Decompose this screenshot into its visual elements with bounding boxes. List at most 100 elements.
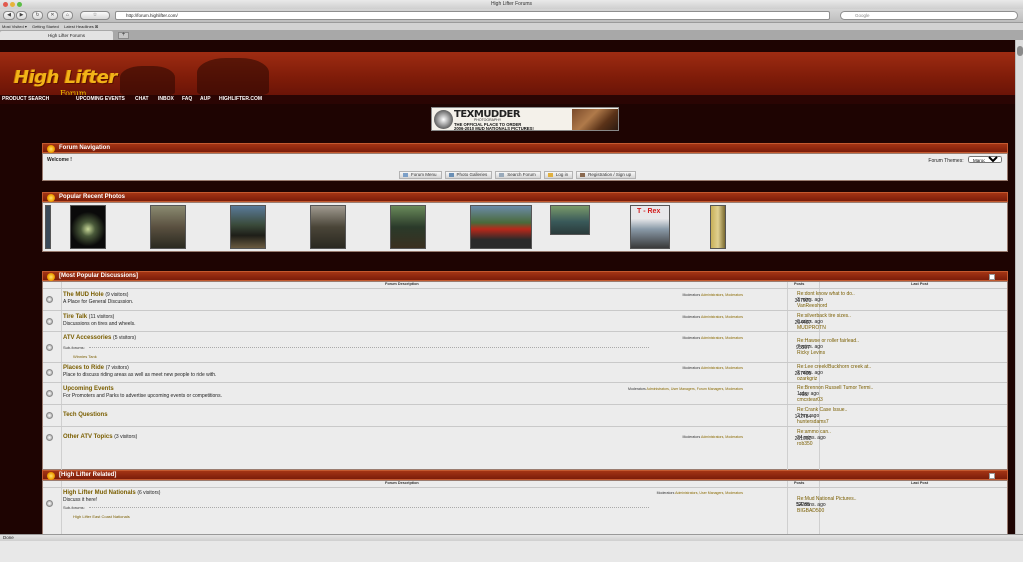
forum-description: Discuss it here! — [63, 497, 98, 503]
tab-high-lifter-forums[interactable]: High Lifter Forums — [0, 31, 113, 40]
moderator-links[interactable]: Administrators, Moderators — [701, 435, 743, 439]
photo-thumbnail[interactable] — [550, 205, 590, 235]
bookmark-menu-button[interactable]: ☆ — [80, 11, 110, 20]
nav-chat[interactable]: CHAT — [135, 96, 149, 102]
mods-label: Moderators — [682, 315, 701, 319]
collapse-toggle[interactable] — [989, 473, 995, 479]
forum-table: Forum Description Posts Last Post High L… — [42, 480, 1008, 534]
scrollbar-thumb[interactable] — [1017, 46, 1023, 56]
forum-title-link[interactable]: Tire Talk — [63, 314, 87, 320]
stop-button[interactable]: ✕ — [47, 11, 58, 20]
reload-button[interactable]: ↻ — [32, 11, 43, 20]
moderator-links[interactable]: Administrators, User Managers, Forum Man… — [647, 387, 743, 391]
welcome-text: Welcome ! — [47, 157, 72, 163]
forum-title-link[interactable]: Other ATV Topics — [63, 434, 113, 440]
panel-header: [High Lifter Related] — [42, 470, 1008, 480]
collapse-toggle[interactable] — [989, 274, 995, 280]
back-button[interactable]: ◀ — [3, 11, 15, 20]
vertical-scrollbar[interactable] — [1015, 40, 1023, 534]
forum-row-mud-hole: The MUD Hole (9 visitors) A Place for Ge… — [43, 288, 1007, 310]
last-post-user[interactable]: Ricky Levins — [797, 350, 825, 356]
bookmark-latest-headlines[interactable]: Latest Headlines ⊠ — [64, 24, 98, 29]
banner-line-2: 2006-2010 MUD NATIONALS PICTURES! — [454, 126, 534, 131]
photo-galleries-button[interactable]: Photo Galleries — [444, 171, 493, 179]
photo-thumbnail[interactable] — [70, 205, 106, 249]
forum-status-icon — [46, 500, 53, 507]
photo-thumbnail[interactable] — [470, 205, 532, 249]
moderator-links[interactable]: Administrators, Moderators — [701, 315, 743, 319]
moderator-links[interactable]: Administrators, Moderators — [701, 336, 743, 340]
last-post-user[interactable]: BIGBAD500 — [797, 508, 824, 514]
forum-table: Forum Description Posts Last Post The MU… — [42, 281, 1008, 471]
minimize-window-button[interactable] — [10, 2, 15, 7]
search-forum-button[interactable]: Search Forum — [495, 171, 541, 179]
forum-themes: Forum Themes: Maroon — [928, 156, 1002, 164]
themes-label: Forum Themes: — [928, 158, 964, 164]
home-button[interactable]: ⌂ — [62, 11, 73, 20]
subforum-link[interactable]: High Lifter East Coast Nationals — [73, 514, 130, 519]
theme-select[interactable]: Maroon — [968, 156, 1002, 163]
registration-button[interactable]: Registration / Sign up — [576, 171, 637, 179]
page-viewport: High Lifter Forum PRODUCT SEARCH UPCOMIN… — [0, 40, 1023, 534]
last-post-user[interactable]: VanReeshord — [797, 303, 827, 309]
subforums-divider — [89, 347, 649, 348]
moderator-links[interactable]: Administrators, Moderators — [701, 293, 743, 297]
forum-title-link[interactable]: ATV Accessories — [63, 335, 111, 341]
forum-row-tech-questions: Tech Questions 142784 Re:Crank Case Issu… — [43, 404, 1007, 426]
nav-upcoming-events[interactable]: UPCOMING EVENTS — [76, 96, 125, 102]
mods-label: Moderators — [628, 387, 646, 391]
moderator-links[interactable]: Administrators, User Managers, Moderator… — [675, 491, 743, 495]
nav-product-search[interactable]: PRODUCT SEARCH — [2, 96, 49, 102]
forum-description: For Promoters and Parks to advertise upc… — [63, 393, 222, 399]
magnifier-icon — [499, 173, 505, 177]
forum-status-icon — [46, 369, 53, 376]
forum-title-link[interactable]: Places to Ride — [63, 365, 104, 371]
panel-title: [High Lifter Related] — [59, 472, 117, 478]
forum-title-link[interactable]: Upcoming Events — [63, 386, 114, 392]
close-window-button[interactable] — [3, 2, 8, 7]
photo-thumbnail[interactable] — [230, 205, 266, 249]
photo-thumbnail[interactable] — [45, 205, 51, 249]
flame-logo-icon — [47, 145, 55, 153]
zoom-window-button[interactable] — [17, 2, 22, 7]
new-tab-button[interactable]: + — [118, 32, 129, 39]
photo-thumbnail-t-rex[interactable]: T - Rex — [630, 205, 670, 249]
forum-title-link[interactable]: High Lifter Mud Nationals — [63, 490, 136, 496]
subforum-link[interactable]: Winnies Tank — [73, 354, 97, 359]
site-logo[interactable]: High Lifter — [14, 67, 117, 88]
nav-inbox[interactable]: INBOX — [158, 96, 174, 102]
texmudder-banner-ad[interactable]: TEXMUDDER PHOTOGRAPHY THE OFFICIAL PLACE… — [431, 107, 619, 131]
forum-row-other-atv-topics: Other ATV Topics (3 visitors) Moderators… — [43, 426, 1007, 448]
forum-row-atv-accessories: ATV Accessories (5 visitors) Sub-forums:… — [43, 331, 1007, 362]
forward-button[interactable]: ▶ — [16, 11, 27, 20]
photo-thumbnail[interactable] — [390, 205, 426, 249]
photo-thumbnail[interactable] — [310, 205, 346, 249]
address-bar[interactable]: http://forum.highlifter.com/ — [115, 11, 830, 20]
tab-title: High Lifter Forums — [48, 33, 86, 38]
forum-row-upcoming-events: Upcoming Events For Promoters and Parks … — [43, 382, 1007, 404]
high-lifter-related-panel: [High Lifter Related] Forum Description … — [42, 470, 1008, 534]
forum-title-link[interactable]: Tech Questions — [63, 412, 108, 418]
mods-label: Moderators — [682, 435, 701, 439]
nav-highlifter-com[interactable]: HIGHLIFTER.COM — [219, 96, 262, 102]
nav-aup[interactable]: AUP — [200, 96, 211, 102]
forum-title-link[interactable]: The MUD Hole — [63, 292, 104, 298]
bookmark-most-visited[interactable]: Most Visited ▾ — [2, 24, 27, 29]
photo-thumbnail[interactable] — [710, 205, 726, 249]
forum-menu-button[interactable]: Forum Menu — [399, 171, 442, 179]
search-input[interactable]: Google — [840, 11, 1018, 20]
key-icon — [547, 173, 553, 177]
forum-visitors: (7 visitors) — [105, 365, 129, 371]
last-post-user[interactable]: rob350 — [797, 441, 813, 447]
last-post-user[interactable]: cmcstear03 — [797, 397, 823, 403]
flame-logo-icon — [47, 273, 55, 281]
last-post-user[interactable]: huntersdams7 — [797, 419, 829, 425]
forum-description: Place to discuss riding areas as well as… — [63, 372, 217, 378]
moderator-links[interactable]: Administrators, Moderators — [701, 366, 743, 370]
photo-thumbnail[interactable] — [150, 205, 186, 249]
bookmark-getting-started[interactable]: Getting Started — [32, 24, 59, 29]
log-in-button[interactable]: Log in — [543, 171, 574, 179]
nav-faq[interactable]: FAQ — [182, 96, 192, 102]
forum-row-tire-talk: Tire Talk (11 visitors) Discussions on t… — [43, 310, 1007, 331]
status-text: Done — [3, 535, 14, 540]
